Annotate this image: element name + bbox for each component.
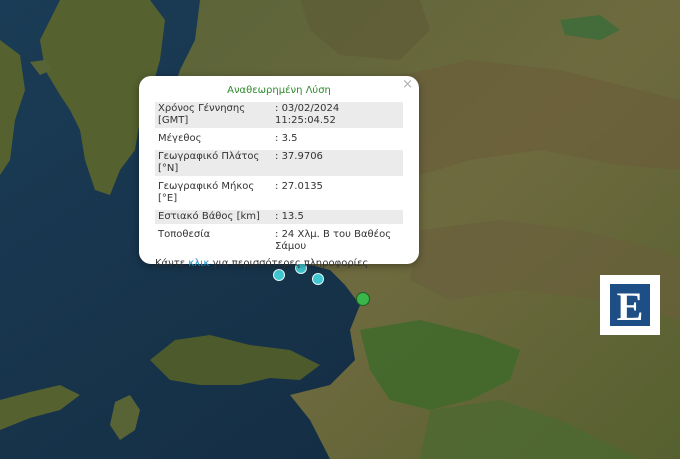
info-label: Χρόνος Γέννησης [GMT]	[158, 103, 246, 126]
epsilon-logo-icon: Ε	[600, 275, 660, 335]
info-label: Γεωγραφικό Πλάτος [°N]	[158, 151, 260, 174]
station-marker[interactable]	[356, 292, 370, 306]
info-row-location: Τοποθεσία : 24 Χλμ. Β του Βαθέος Σάμου	[155, 228, 403, 254]
info-row-origin-time: Χρόνος Γέννησης [GMT] : 03/02/2024 11:25…	[155, 102, 403, 128]
popup-title: Αναθεωρημένη Λύση	[227, 85, 331, 96]
earthquake-marker[interactable]	[312, 273, 324, 285]
earthquake-marker[interactable]	[273, 269, 285, 281]
close-icon[interactable]: ×	[402, 78, 413, 92]
info-value: : 24 Χλμ. Β του Βαθέος Σάμου	[275, 229, 392, 252]
earthquake-info-popup: × Αναθεωρημένη Λύση Χρόνος Γέννησης [GMT…	[139, 76, 419, 269]
info-row-magnitude: Μέγεθος : 3.5	[155, 132, 403, 146]
info-value: : 37.9706	[275, 151, 323, 162]
info-row-longitude: Γεωγραφικό Μήκος [°E] : 27.0135	[155, 180, 403, 206]
info-value: : 3.5	[275, 133, 298, 144]
info-value: : 03/02/2024 11:25:04.52	[275, 103, 340, 126]
info-value: : 27.0135	[275, 181, 323, 192]
info-row-latitude: Γεωγραφικό Πλάτος [°N] : 37.9706	[155, 150, 403, 176]
info-row-depth: Εστιακό Βάθος [km] : 13.5	[155, 210, 403, 224]
info-value: : 13.5	[275, 211, 304, 222]
more-info-text: Κάντε κλικ για περισσότερες πληροφορίες	[155, 258, 369, 269]
brand-logo: Ε	[600, 275, 660, 335]
logo-letter: Ε	[617, 284, 644, 329]
info-label: Μέγεθος	[158, 133, 202, 144]
info-label: Τοποθεσία	[158, 229, 211, 240]
info-label: Εστιακό Βάθος [km]	[158, 211, 260, 222]
more-info-link[interactable]: κλικ	[188, 258, 209, 269]
info-label: Γεωγραφικό Μήκος [°E]	[158, 181, 255, 204]
